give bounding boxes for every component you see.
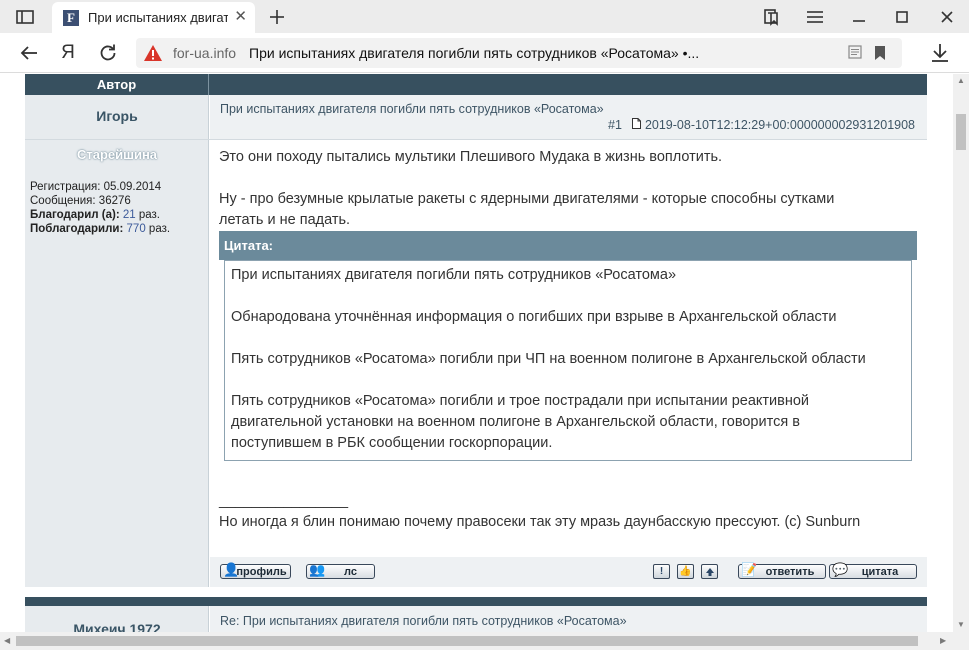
post-author-panel <box>25 95 209 587</box>
next-post-author-name[interactable]: Михеич 1972 <box>25 621 209 632</box>
quote-block: При испытаниях двигателя погибли пять со… <box>224 260 912 461</box>
bookmark-icon[interactable] <box>874 45 886 66</box>
tab-close-icon[interactable]: ✕ <box>234 9 247 25</box>
collections-button[interactable] <box>756 0 786 33</box>
post-title[interactable]: При испытаниях двигателя погибли пять со… <box>220 102 604 116</box>
notepad-icon: 📝 <box>741 562 758 577</box>
post-divider-bar <box>25 597 927 606</box>
minimize-icon <box>853 19 865 22</box>
author-column-header: Автор <box>25 74 209 95</box>
private-message-button[interactable]: 👥 лс <box>306 562 375 579</box>
document-icon <box>631 118 641 132</box>
author-registration: Регистрация: 05.09.2014 <box>30 181 162 193</box>
post-meta: #1 2019-08-10T12:12:29+00:00000000293120… <box>608 118 915 132</box>
post-number[interactable]: #1 <box>608 118 622 132</box>
sidebar-toggle-button[interactable] <box>8 0 42 33</box>
reply-button[interactable]: 📝 ответить <box>738 562 826 579</box>
arrow-left-icon <box>20 46 37 60</box>
scroll-down-arrow-icon[interactable]: ▼ <box>957 620 965 629</box>
reader-mode-icon[interactable] <box>848 45 862 64</box>
minimize-button[interactable] <box>845 0 873 33</box>
post-timestamp: 2019-08-10T12:12:29+00:00000000293120190… <box>644 118 915 132</box>
tab-bar: F При испытаниях двигателя ✕ <box>0 0 969 33</box>
new-tab-button[interactable] <box>262 0 292 33</box>
thanked-count[interactable]: 21 <box>123 209 136 221</box>
quote-line: поступившем в РБК сообщении госкорпораци… <box>231 435 553 451</box>
tab-title: При испытаниях двигателя <box>88 10 228 25</box>
arrow-up-icon <box>705 567 714 576</box>
plus-icon <box>270 9 284 24</box>
maximize-icon <box>896 10 908 23</box>
download-icon <box>932 44 948 62</box>
signature-divider: ________________ <box>219 493 349 509</box>
author-stats: Регистрация: 05.09.2014 Сообщения: 36276… <box>30 180 170 236</box>
url-domain: for-ua.info <box>173 45 237 61</box>
close-window-button[interactable] <box>933 0 961 33</box>
menu-button[interactable] <box>800 0 830 33</box>
tab-active[interactable]: F При испытаниях двигателя ✕ <box>52 2 255 33</box>
thanks-button[interactable]: 👍 <box>677 564 694 579</box>
warning-icon[interactable] <box>143 43 163 63</box>
post-text-line: Ну - про безумные крылатые ракеты с ядер… <box>219 191 835 207</box>
yandex-button[interactable]: Я <box>56 33 80 73</box>
quote-line: Пять сотрудников «Росатома» погибли при … <box>231 351 866 367</box>
horizontal-scrollbar[interactable]: ◀ ▶ <box>0 632 969 650</box>
close-icon <box>941 10 953 23</box>
reload-icon <box>100 44 116 61</box>
profile-button[interactable]: 👤 профиль <box>220 562 291 579</box>
quote-button[interactable]: 💬 цитата <box>829 562 917 579</box>
back-button[interactable] <box>14 33 44 73</box>
posts-header: Автор <box>25 74 927 95</box>
scroll-top-button[interactable] <box>701 564 718 579</box>
report-button[interactable]: ! <box>653 564 670 579</box>
post-author-name[interactable]: Игорь <box>25 108 209 124</box>
post-text-line: летать и не падать. <box>219 212 351 228</box>
bookmark-collection-icon <box>764 8 778 26</box>
author-thanked: Благодарил (а): 21 раз. <box>30 209 160 221</box>
downloads-button[interactable] <box>926 33 954 73</box>
next-post-title[interactable]: Re: При испытаниях двигателя погибли пят… <box>220 614 627 628</box>
post-text-line: Это они походу пытались мультики Плешиво… <box>219 149 723 165</box>
user-icon: 👤 <box>223 562 240 577</box>
signature-text: Но иногда я блин понимаю почему правосек… <box>219 514 861 530</box>
navigation-bar: Я for-ua.info При испытаниях двигателя п… <box>0 33 969 73</box>
reload-button[interactable] <box>94 33 122 73</box>
quote-line: двигательной установки на военном полиго… <box>231 414 800 430</box>
url-page-title: При испытаниях двигателя погибли пять со… <box>249 45 700 61</box>
speech-bubble-icon: 💬 <box>832 562 849 577</box>
author-messages: Сообщения: 36276 <box>30 195 131 207</box>
site-favicon-icon: F <box>63 9 79 26</box>
thumbs-up-icon: 👍 <box>679 566 692 577</box>
hamburger-icon <box>807 10 823 23</box>
scroll-up-arrow-icon[interactable]: ▲ <box>957 76 965 85</box>
quote-line: Обнародована уточнённая информация о пог… <box>231 309 837 325</box>
author-rank: Старейшина <box>76 147 158 162</box>
address-bar[interactable]: for-ua.info При испытаниях двигателя пог… <box>136 38 902 68</box>
scroll-right-arrow-icon[interactable]: ▶ <box>940 636 946 645</box>
users-icon: 👥 <box>309 562 326 577</box>
maximize-button[interactable] <box>888 0 916 33</box>
scroll-left-arrow-icon[interactable]: ◀ <box>4 636 10 645</box>
author-thanked-by: Поблагодарили: 770 раз. <box>30 223 171 235</box>
vertical-scroll-thumb[interactable] <box>956 114 966 150</box>
quote-line: Пять сотрудников «Росатома» погибли и тр… <box>231 393 810 409</box>
web-page: Автор Игорь Старейшина Регистрация: 05.0… <box>0 74 953 632</box>
thanked-by-count[interactable]: 770 <box>127 223 146 235</box>
sidebar-icon <box>16 9 34 24</box>
horizontal-scroll-thumb[interactable] <box>16 636 918 646</box>
post-actions-bar: 👤 профиль 👥 лс ! 👍 📝 ответить 💬 цитата <box>210 557 927 587</box>
vertical-scrollbar[interactable]: ▲ ▼ <box>953 74 969 632</box>
quote-line: При испытаниях двигателя погибли пять со… <box>231 267 677 283</box>
quote-header: Цитата: <box>219 231 917 260</box>
